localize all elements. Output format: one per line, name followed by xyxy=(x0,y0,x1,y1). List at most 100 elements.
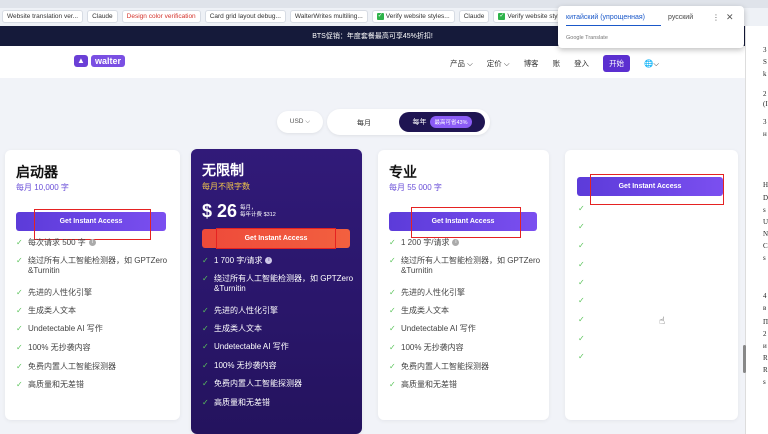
feature-item: ✓ 1 200 字/请求 i xyxy=(389,238,544,248)
nav-blog[interactable]: 博客 xyxy=(524,58,539,69)
check-icon: ✓ xyxy=(16,362,23,371)
feature-item: ✓ 生成类人文本 xyxy=(202,324,262,333)
plan-card-fourth: Get Instant Access ✓ ✓ ✓ ✓ ✓ ✓ ✓ ✓ ✓ xyxy=(565,150,738,420)
language-globe-icon[interactable]: 🌐⌵ xyxy=(644,59,659,69)
bookmark-item[interactable]: Claude xyxy=(458,10,490,23)
feature-item: ✓ Undetectable AI 写作 xyxy=(389,324,476,333)
check-icon: ✓ xyxy=(202,256,209,265)
side-panel-text: и xyxy=(763,342,767,350)
bookmark-item[interactable]: Claude xyxy=(87,10,118,23)
scrollbar[interactable] xyxy=(743,345,746,373)
check-icon: ✓ xyxy=(376,13,384,20)
highlight-box xyxy=(216,228,336,249)
translate-popup: китайский (упрощенная) русский ⋮ ✕ Googl… xyxy=(558,6,744,48)
check-icon: ✓ xyxy=(389,343,396,352)
feature-item: ✓ 高质量和无差错 xyxy=(16,380,84,389)
side-panel-text: 2 xyxy=(763,330,767,338)
feature-item: ✓ 100% 无抄袭内容 xyxy=(202,361,277,370)
side-panel-text: П xyxy=(763,318,768,326)
info-icon[interactable]: i xyxy=(452,239,460,247)
side-panel-text: U xyxy=(763,218,768,226)
check-icon: ✓ xyxy=(202,342,209,351)
right-panel-header xyxy=(745,8,768,26)
highlight-box xyxy=(411,207,521,238)
check-icon: ✓ xyxy=(389,380,396,389)
logo[interactable]: ▲ walter xyxy=(74,55,126,67)
check-icon: ✓ xyxy=(578,334,585,343)
google-translate-label: Google Translate xyxy=(566,35,608,41)
feature-item: ✓ Undetectable AI 写作 xyxy=(16,324,103,333)
check-icon: ✓ xyxy=(578,241,585,250)
feature-item: ✓ 免费内置人工智能探测器 xyxy=(16,362,116,371)
info-icon[interactable]: i xyxy=(88,239,96,247)
side-panel-text: в xyxy=(763,304,767,312)
close-icon[interactable]: ✕ xyxy=(726,12,734,23)
yearly-option[interactable]: 每年 最高可省43% xyxy=(399,112,485,132)
plan-subtitle: 每月不限字数 xyxy=(202,182,250,191)
check-icon: ✓ xyxy=(202,274,209,283)
nav-products[interactable]: 产品 ⌵ xyxy=(450,58,473,69)
feature-item: ✓ 先进的人性化引擎 xyxy=(389,288,465,297)
highlight-box xyxy=(590,174,724,205)
side-panel-text: N xyxy=(763,230,768,238)
check-icon: ✓ xyxy=(389,324,396,333)
check-icon: ✓ xyxy=(578,222,585,231)
nav-account[interactable]: 账 xyxy=(553,58,561,69)
side-panel-text: R xyxy=(763,354,768,362)
check-icon: ✓ xyxy=(578,204,585,213)
feature-item: ✓ 高质量和无差错 xyxy=(202,398,270,407)
feature-item: ✓ 免费内置人工智能探测器 xyxy=(389,362,489,371)
side-panel-text: s xyxy=(763,206,766,214)
nav-pricing[interactable]: 定价 ⌵ xyxy=(487,58,510,69)
check-icon: ✓ xyxy=(389,288,396,297)
plan-title: 启动器 xyxy=(16,164,58,180)
check-icon: ✓ xyxy=(578,260,585,269)
check-icon: ✓ xyxy=(578,352,585,361)
feature-item: ✓ 免费内置人工智能探测器 xyxy=(202,379,302,388)
feature-item: ✓ 生成类人文本 xyxy=(389,306,449,315)
check-icon: ✓ xyxy=(389,306,396,315)
check-icon: ✓ xyxy=(202,361,209,370)
savings-badge: 最高可省43% xyxy=(430,116,472,128)
logo-icon: ▲ xyxy=(74,55,88,67)
feature-item: ✓ 先进的人性化引擎 xyxy=(202,306,278,315)
plan-title: 专业 xyxy=(389,164,417,180)
side-panel-text: н xyxy=(763,130,767,138)
feature-item: ✓ 每次请求 500 字i xyxy=(16,238,176,248)
check-icon: ✓ xyxy=(498,13,506,20)
bookmark-item[interactable]: Design color verification xyxy=(121,10,201,23)
nav-login[interactable]: 登入 xyxy=(574,58,589,69)
side-panel-text: R xyxy=(763,366,768,374)
plan-card-unlimited: 无限制 每月不限字数 $ 26 每月， 每年计费 $312 Get Instant… xyxy=(191,149,362,434)
check-icon: ✓ xyxy=(578,315,585,324)
yearly-label: 每年 xyxy=(412,119,427,126)
side-panel-text: 4 xyxy=(763,292,767,300)
translate-language-chinese[interactable]: китайский (упрощенная) xyxy=(566,14,661,26)
check-icon: ✓ xyxy=(578,278,585,287)
bookmark-item[interactable]: ✓ Verify website styles... xyxy=(371,10,455,23)
check-icon: ✓ xyxy=(16,238,23,247)
bookmark-item[interactable]: WalterWrites multiling... xyxy=(289,10,368,23)
start-button[interactable]: 开始 xyxy=(603,55,631,72)
side-panel-text: 3 xyxy=(763,118,767,126)
side-panel-text: k xyxy=(763,70,767,78)
feature-item: ✓ Undetectable AI 写作 xyxy=(202,342,289,351)
currency-select[interactable]: USD ⌵ xyxy=(277,111,323,133)
monthly-option[interactable]: 每月 xyxy=(357,118,371,128)
feature-item: ✓ 1 700 字/请求 i xyxy=(202,256,357,266)
bookmark-item[interactable]: Card grid layout debug... xyxy=(204,10,286,23)
plan-subtitle: 每月 55 000 字 xyxy=(389,183,442,192)
check-icon: ✓ xyxy=(202,324,209,333)
translate-language-russian[interactable]: русский xyxy=(668,14,693,21)
info-icon[interactable]: i xyxy=(265,257,273,265)
feature-item: ✓ 100% 无抄袭内容 xyxy=(16,343,91,352)
side-panel-text: S xyxy=(763,58,767,66)
highlight-box xyxy=(34,209,151,240)
more-options-icon[interactable]: ⋮ xyxy=(712,13,720,22)
check-icon: ✓ xyxy=(16,288,23,297)
check-icon: ✓ xyxy=(578,296,585,305)
main-nav: 产品 ⌵ 定价 ⌵ 博客 账 登入 开始 🌐⌵ xyxy=(450,55,659,72)
feature-item: ✓ 高质量和无差错 xyxy=(389,380,457,389)
bookmark-item[interactable]: Website translation ver... xyxy=(2,10,84,23)
feature-item: ✓ 100% 无抄袭内容 xyxy=(389,343,464,352)
